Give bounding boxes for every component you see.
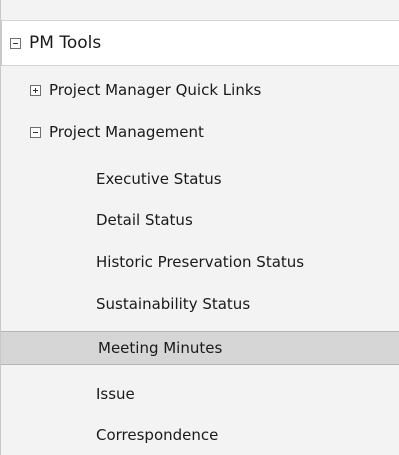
tree-item-project-management[interactable]: Project Management <box>1 115 399 149</box>
pm-tools-title: PM Tools <box>29 33 102 53</box>
pm-tools-header[interactable]: PM Tools <box>1 20 399 66</box>
tree-item-issue[interactable]: Issue <box>1 377 399 411</box>
tree-item-label: Detail Status <box>96 211 193 229</box>
tree-item-correspondence[interactable]: Correspondence <box>1 418 399 452</box>
tree-item-label: Executive Status <box>96 170 222 188</box>
tree-item-label: Meeting Minutes <box>98 339 223 357</box>
collapse-icon[interactable] <box>10 37 21 49</box>
tree-item-label: Historic Preservation Status <box>96 253 305 271</box>
tree-item-executive-status[interactable]: Executive Status <box>1 162 399 196</box>
tree-item-project-manager-quick-links[interactable]: Project Manager Quick Links <box>1 73 399 107</box>
tree-item-label: Project Manager Quick Links <box>49 81 262 99</box>
tree-item-meeting-minutes[interactable]: Meeting Minutes <box>1 331 399 365</box>
tree-item-label: Project Management <box>49 123 204 141</box>
pm-tools-tree-panel: PM Tools Project Manager Quick Links Pro… <box>0 0 399 455</box>
tree-item-label: Sustainability Status <box>96 295 251 313</box>
tree-item-label: Issue <box>96 385 135 403</box>
tree-item-sustainability-status[interactable]: Sustainability Status <box>1 287 399 321</box>
expand-icon[interactable] <box>30 84 41 96</box>
tree-item-historic-preservation-status[interactable]: Historic Preservation Status <box>1 245 399 279</box>
tree-item-label: Correspondence <box>96 426 219 444</box>
collapse-icon[interactable] <box>30 126 41 138</box>
tree-item-detail-status[interactable]: Detail Status <box>1 203 399 237</box>
